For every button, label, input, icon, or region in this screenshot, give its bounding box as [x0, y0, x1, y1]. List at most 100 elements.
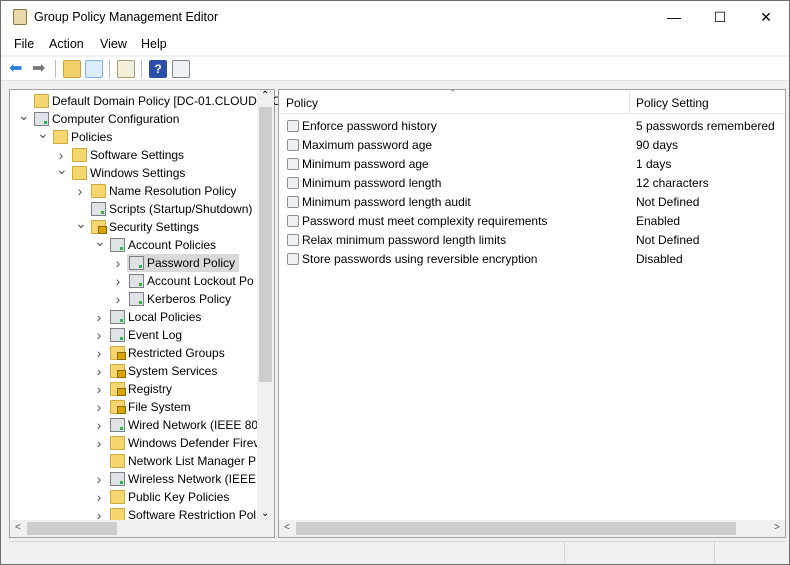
chevron-right-icon[interactable]: ›	[94, 488, 104, 506]
column-header-policy-setting[interactable]: Policy Setting	[636, 96, 709, 110]
policy-row[interactable]: Minimum password length 12 characters	[279, 174, 785, 192]
policy-name: Relax minimum password length limits	[302, 233, 507, 247]
toolbar: ⬅ ➡ ?	[1, 57, 789, 81]
tree-item-label: Software Settings	[90, 148, 185, 162]
minimize-button[interactable]: —	[651, 1, 697, 33]
chevron-right-icon[interactable]: ›	[94, 344, 104, 362]
tree-item[interactable]: Network List Manager P	[108, 452, 260, 470]
menu-bar: File Action View Help	[1, 33, 789, 55]
scrollbar-thumb[interactable]	[27, 522, 117, 535]
maximize-button[interactable]: ☐	[697, 1, 743, 33]
policy-name: Minimum password length audit	[302, 195, 471, 209]
chevron-right-icon[interactable]: ›	[94, 308, 104, 326]
chevron-right-icon[interactable]: ›	[94, 434, 104, 452]
scrollbar-thumb[interactable]	[296, 522, 736, 535]
tree-item-label: Windows Settings	[90, 166, 186, 180]
column-header-policy[interactable]: Policy	[286, 96, 318, 110]
tree-item[interactable]: › Kerberos Policy	[116, 290, 235, 308]
tree-item-label: Wired Network (IEEE 802	[128, 418, 265, 432]
policy-setting-icon	[287, 215, 299, 227]
policy-setting-value: Disabled	[636, 252, 683, 266]
policy-setting-icon	[287, 177, 299, 189]
lock-icon	[110, 346, 126, 360]
tree-item[interactable]: › Software Settings	[59, 146, 188, 164]
policy-row[interactable]: Relax minimum password length limits Not…	[279, 231, 785, 249]
up-folder-icon[interactable]	[63, 60, 81, 78]
chevron-down-icon[interactable]: ⌄	[94, 232, 106, 250]
tree-item[interactable]: › Event Log	[97, 326, 186, 344]
tree-item[interactable]: › Name Resolution Policy	[78, 182, 240, 200]
tree-item[interactable]: › Registry	[97, 380, 176, 398]
chevron-right-icon[interactable]: ›	[94, 398, 104, 416]
tree-item[interactable]: › Wireless Network (IEEE 8	[97, 470, 270, 488]
show-hide-action-pane-icon[interactable]	[172, 60, 190, 78]
chevron-right-icon[interactable]: ›	[94, 470, 104, 488]
close-button[interactable]: ✕	[743, 1, 789, 33]
column-divider[interactable]	[629, 90, 630, 114]
tree-item[interactable]: › Local Policies	[97, 308, 205, 326]
vertical-scrollbar[interactable]: ⌃ ⌄	[257, 90, 274, 521]
policy-row[interactable]: Store passwords using reversible encrypt…	[279, 250, 785, 268]
tree-item[interactable]: Scripts (Startup/Shutdown)	[89, 200, 256, 218]
help-icon[interactable]: ?	[149, 60, 167, 78]
tree-item[interactable]: Default Domain Policy [DC-01.CLOUDTECI	[32, 92, 288, 110]
tree-item-label: Password Policy	[147, 256, 236, 270]
gpo-icon	[34, 94, 49, 108]
chevron-down-icon[interactable]: ⌄	[18, 106, 30, 124]
policy-row[interactable]: Minimum password age 1 days	[279, 155, 785, 173]
tree-item[interactable]: › System Services	[97, 362, 221, 380]
tree-item[interactable]: ⌄ Security Settings	[75, 215, 203, 236]
tree-item[interactable]: › Account Lockout Po	[116, 272, 258, 290]
folder-icon	[110, 454, 125, 468]
server-icon	[110, 310, 125, 324]
horizontal-scrollbar[interactable]: <	[10, 520, 274, 537]
chevron-right-icon[interactable]: ›	[75, 182, 85, 200]
chevron-right-icon[interactable]: ›	[113, 254, 123, 272]
chevron-down-icon[interactable]: ⌄	[56, 160, 68, 178]
chevron-right-icon[interactable]: ›	[94, 326, 104, 344]
menu-view[interactable]: View	[100, 37, 127, 51]
tree-item[interactable]: › Public Key Policies	[97, 488, 233, 506]
tree-item[interactable]: ⌄ Account Policies	[94, 233, 220, 254]
tree-item[interactable]: ⌄ Policies	[37, 125, 116, 146]
scrollbar-thumb[interactable]	[259, 107, 272, 382]
tree-item[interactable]: ⌄ Computer Configuration	[18, 107, 183, 128]
tree-item-label: Kerberos Policy	[147, 292, 232, 306]
policy-name: Minimum password length	[302, 176, 442, 190]
tree-item-label: System Services	[128, 364, 218, 378]
tree-item[interactable]: › File System	[97, 398, 195, 416]
chevron-down-icon[interactable]: ⌄	[37, 124, 49, 142]
server-icon	[110, 472, 125, 486]
chevron-right-icon[interactable]: ›	[113, 272, 123, 290]
lock-icon	[110, 400, 126, 414]
chevron-right-icon[interactable]: ›	[94, 380, 104, 398]
sort-ascending-icon: ⌃	[449, 88, 457, 98]
menu-file[interactable]: File	[14, 37, 34, 51]
back-icon[interactable]: ⬅	[9, 60, 27, 78]
tree-item[interactable]: › Password Policy	[116, 254, 240, 272]
tree-item-label: Public Key Policies	[128, 490, 230, 504]
tree-item[interactable]: › Windows Defender Firev	[97, 434, 263, 452]
tree-item[interactable]: › Wired Network (IEEE 802	[97, 416, 269, 434]
policy-row[interactable]: Minimum password length audit Not Define…	[279, 193, 785, 211]
policy-row[interactable]: Maximum password age 90 days	[279, 136, 785, 154]
chevron-right-icon[interactable]: ›	[113, 290, 123, 308]
gpo-app-icon	[13, 9, 27, 25]
show-hide-tree-icon[interactable]	[85, 60, 103, 78]
details-pane: Policy ⌃ Policy Setting Enforce password…	[278, 88, 786, 538]
menu-action[interactable]: Action	[49, 37, 84, 51]
chevron-down-icon[interactable]: ⌄	[75, 214, 87, 232]
export-list-icon[interactable]	[117, 60, 135, 78]
main-window: Group Policy Management Editor — ☐ ✕ Fil…	[0, 0, 790, 565]
chevron-right-icon[interactable]: ›	[94, 416, 104, 434]
policy-setting-icon	[287, 234, 299, 246]
policy-row[interactable]: Password must meet complexity requiremen…	[279, 212, 785, 230]
forward-icon[interactable]: ➡	[32, 60, 50, 78]
menu-help[interactable]: Help	[141, 37, 167, 51]
tree-item[interactable]: › Restricted Groups	[97, 344, 229, 362]
chevron-right-icon[interactable]: ›	[94, 362, 104, 380]
tree-item[interactable]: ⌄ Windows Settings	[56, 161, 189, 182]
horizontal-scrollbar[interactable]: < >	[279, 520, 785, 537]
policy-name: Password must meet complexity requiremen…	[302, 214, 548, 228]
policy-row[interactable]: Enforce password history 5 passwords rem…	[279, 117, 785, 135]
